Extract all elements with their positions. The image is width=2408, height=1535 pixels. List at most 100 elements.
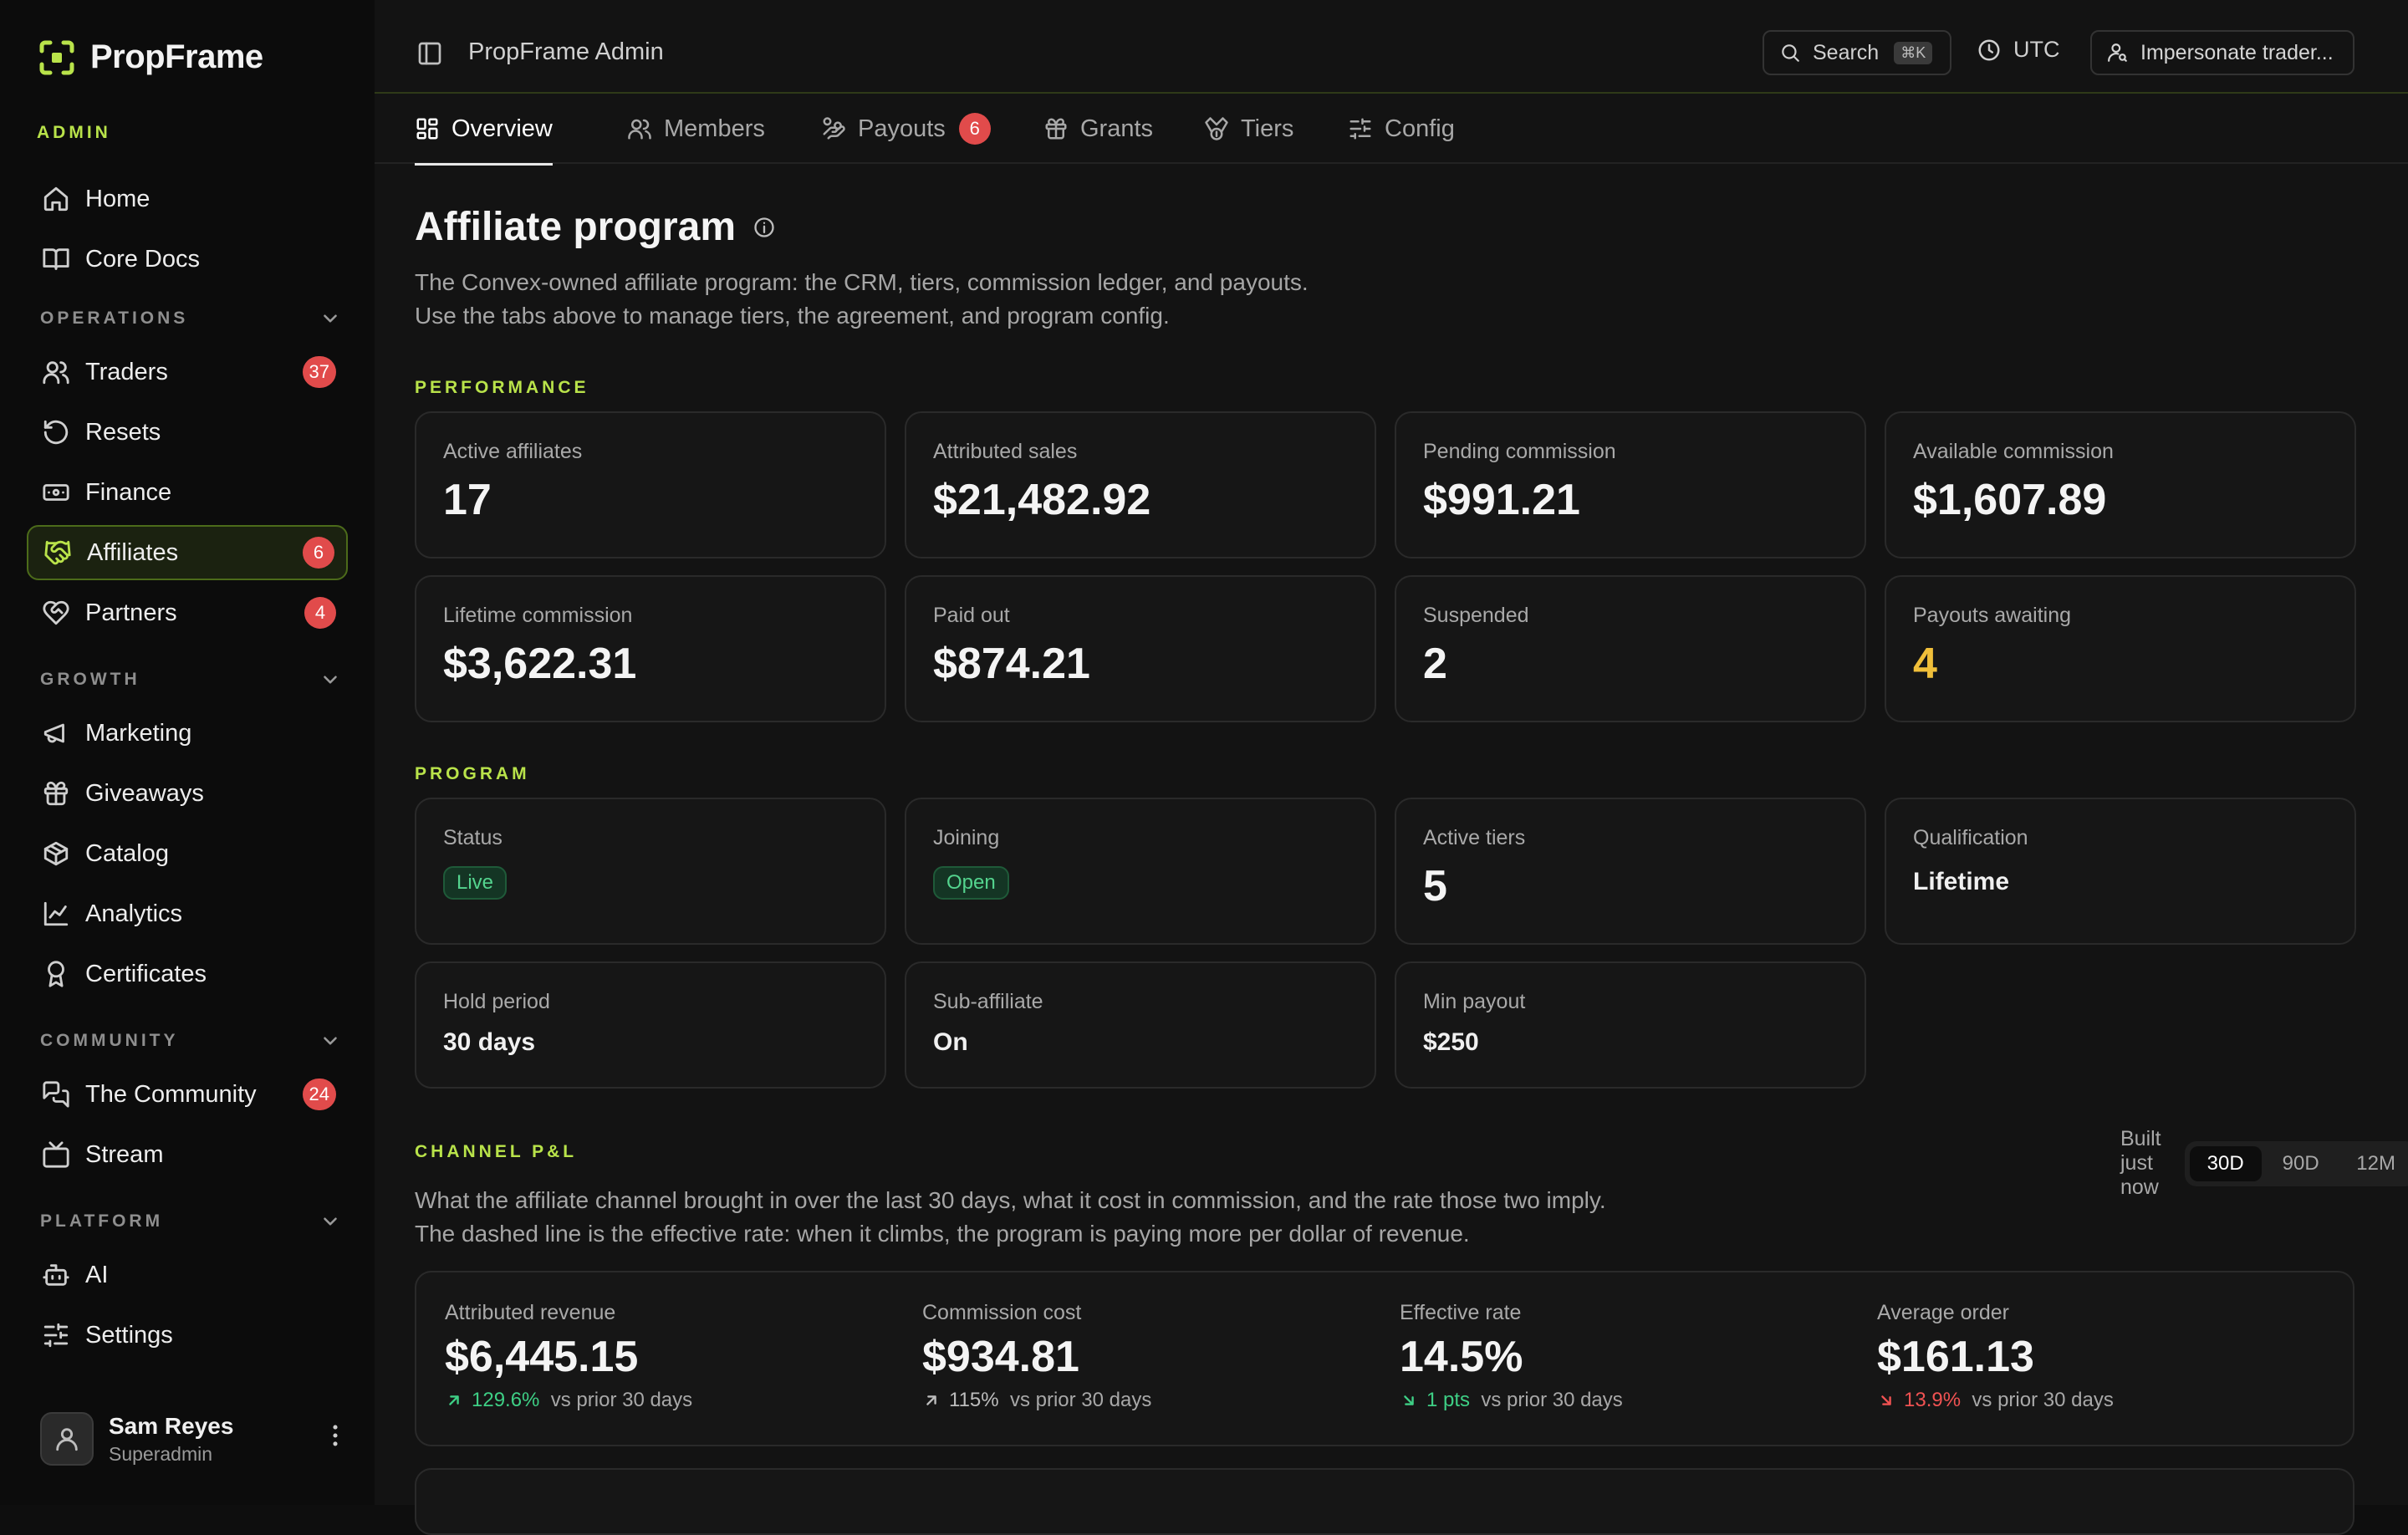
heart-handshake-icon <box>42 599 70 627</box>
metric-comparison: 13.9% vs prior 30 days <box>1877 1389 2114 1412</box>
tv-icon <box>42 1140 70 1169</box>
sidebar-item-the-community[interactable]: The Community 24 <box>27 1067 348 1122</box>
arrow-up-right-icon <box>922 1391 949 1410</box>
tab-label: Grants <box>1080 115 1154 142</box>
metric-average-order: Average order $161.13 13.9% vs prior 30 … <box>1877 1301 2114 1412</box>
stat-label: Pending commission <box>1423 440 1616 463</box>
stat-card-lifetime-commission: Lifetime commission $3,622.31 <box>415 575 886 722</box>
stat-card-payouts-awaiting[interactable]: Payouts awaiting 4 <box>1885 575 2356 722</box>
section-title: GROWTH <box>40 670 140 689</box>
page-title: Affiliate program <box>415 204 776 250</box>
sidebar-item-label: Analytics <box>85 900 183 927</box>
metric-label: Effective rate <box>1400 1301 1522 1324</box>
sidebar-item-analytics[interactable]: Analytics <box>27 886 348 941</box>
program-card-status: Status Live <box>415 798 886 945</box>
stat-value: $1,607.89 <box>1913 476 2107 524</box>
range-option-12m[interactable]: 12M <box>2340 1146 2408 1181</box>
impersonate-trader-button[interactable]: Impersonate trader... <box>2090 30 2354 75</box>
sidebar-item-stream[interactable]: Stream <box>27 1127 348 1182</box>
program-label-active-tiers: Active tiers <box>1423 826 1526 849</box>
gift-icon <box>42 779 70 808</box>
built-timestamp: Built just now <box>2120 1127 2161 1199</box>
chevron-down-icon <box>319 1030 341 1052</box>
tab-label: Tiers <box>1241 115 1294 142</box>
stat-card-paid-out: Paid out $874.21 <box>905 575 1376 722</box>
sidebar-item-certificates[interactable]: Certificates <box>27 946 348 1002</box>
status-badge: Live <box>443 866 508 900</box>
sidebar-toggle-icon[interactable] <box>416 40 443 67</box>
range-option-30d[interactable]: 30D <box>2189 1145 2262 1181</box>
channel-chart-card <box>415 1468 2354 1535</box>
count-badge: 37 <box>302 356 336 388</box>
metric-comparison: 1 pts vs prior 30 days <box>1400 1389 1623 1412</box>
tab-tiers[interactable]: Tiers <box>1204 94 1293 164</box>
sidebar-item-affiliates[interactable]: Affiliates 6 <box>27 525 348 580</box>
page-description-line-1: The Convex-owned affiliate program: the … <box>415 269 1309 295</box>
megaphone-icon <box>42 719 70 747</box>
search-label: Search <box>1813 40 1880 64</box>
search-shortcut: ⌘K <box>1894 41 1933 64</box>
sidebar-item-finance[interactable]: Finance <box>27 465 348 520</box>
sidebar-item-core-docs[interactable]: Core Docs <box>27 232 348 287</box>
tab-grants[interactable]: Grants <box>1043 94 1153 164</box>
sidebar-item-label: Finance <box>85 478 172 506</box>
arrow-down-right-icon <box>1400 1391 1426 1410</box>
timezone-indicator[interactable]: UTC <box>1977 37 2060 63</box>
stat-value: $991.21 <box>1423 476 1580 524</box>
stat-card-pending-commission: Pending commission $991.21 <box>1395 411 1866 558</box>
sidebar-section-operations[interactable]: OPERATIONS <box>40 308 341 329</box>
sidebar-item-resets[interactable]: Resets <box>27 405 348 460</box>
stat-value: 2 <box>1423 640 1447 688</box>
section-title: PLATFORM <box>40 1211 164 1231</box>
sidebar-section-community[interactable]: COMMUNITY <box>40 1030 341 1052</box>
tab-bar: Overview Members Payouts 6 Grants Tiers … <box>375 94 2408 166</box>
sidebar-item-partners[interactable]: Partners 4 <box>27 585 348 640</box>
sidebar-item-traders[interactable]: Traders 37 <box>27 344 348 400</box>
program-value-qualification: Lifetime <box>1913 868 2010 895</box>
metric-value: $934.81 <box>922 1333 1079 1381</box>
tab-payouts[interactable]: Payouts 6 <box>821 94 991 164</box>
performance-label: PERFORMANCE <box>415 378 589 397</box>
tab-label: Overview <box>452 115 553 142</box>
program-label-sub-affiliate: Sub-affiliate <box>933 990 1043 1013</box>
sidebar-item-giveaways[interactable]: Giveaways <box>27 766 348 821</box>
metric-delta-suffix: vs prior 30 days <box>550 1389 693 1411</box>
more-vertical-icon[interactable] <box>321 1421 349 1450</box>
program-card-qualification: Qualification Lifetime <box>1885 798 2356 945</box>
brand-logo[interactable]: PropFrame <box>38 38 263 76</box>
sidebar-admin-label: ADMIN <box>37 123 111 142</box>
user-card[interactable]: Sam Reyes Superadmin <box>40 1410 349 1468</box>
layout-dashboard-icon <box>415 116 452 141</box>
rotate-icon <box>42 418 70 446</box>
tab-overview[interactable]: Overview <box>415 94 553 166</box>
sidebar-item-label: Home <box>85 185 150 212</box>
section-title: COMMUNITY <box>40 1031 179 1050</box>
channel-pnl-card: Attributed revenue $6,445.15 129.6% vs p… <box>415 1271 2354 1446</box>
info-icon[interactable] <box>752 216 776 239</box>
users-icon <box>42 358 70 386</box>
search-button[interactable]: Search ⌘K <box>1763 30 1951 75</box>
tab-config[interactable]: Config <box>1348 94 1455 164</box>
section-title: OPERATIONS <box>40 309 189 328</box>
metric-label: Attributed revenue <box>445 1301 616 1324</box>
program-label-qualification: Qualification <box>1913 826 2028 849</box>
gift-icon <box>1043 116 1080 141</box>
sidebar-item-ai[interactable]: AI <box>27 1247 348 1303</box>
sidebar-section-platform[interactable]: PLATFORM <box>40 1211 341 1232</box>
award-icon <box>42 960 70 988</box>
count-badge: 6 <box>303 537 334 569</box>
hand-coins-icon <box>821 116 858 141</box>
sidebar-item-marketing[interactable]: Marketing <box>27 706 348 761</box>
metric-label: Commission cost <box>922 1301 1082 1324</box>
channel-description-line-2: The dashed line is the effective rate: w… <box>415 1221 1470 1247</box>
stat-label: Active affiliates <box>443 440 583 463</box>
user-search-icon <box>2107 42 2140 64</box>
sidebar-item-home[interactable]: Home <box>27 171 348 227</box>
range-option-90d[interactable]: 90D <box>2265 1146 2337 1181</box>
count-badge: 4 <box>304 597 336 629</box>
tab-members[interactable]: Members <box>627 94 765 164</box>
sidebar-item-catalog[interactable]: Catalog <box>27 826 348 881</box>
metric-delta: 13.9% <box>1904 1389 1962 1411</box>
sidebar-item-settings[interactable]: Settings <box>27 1308 348 1363</box>
sidebar-section-growth[interactable]: GROWTH <box>40 669 341 691</box>
